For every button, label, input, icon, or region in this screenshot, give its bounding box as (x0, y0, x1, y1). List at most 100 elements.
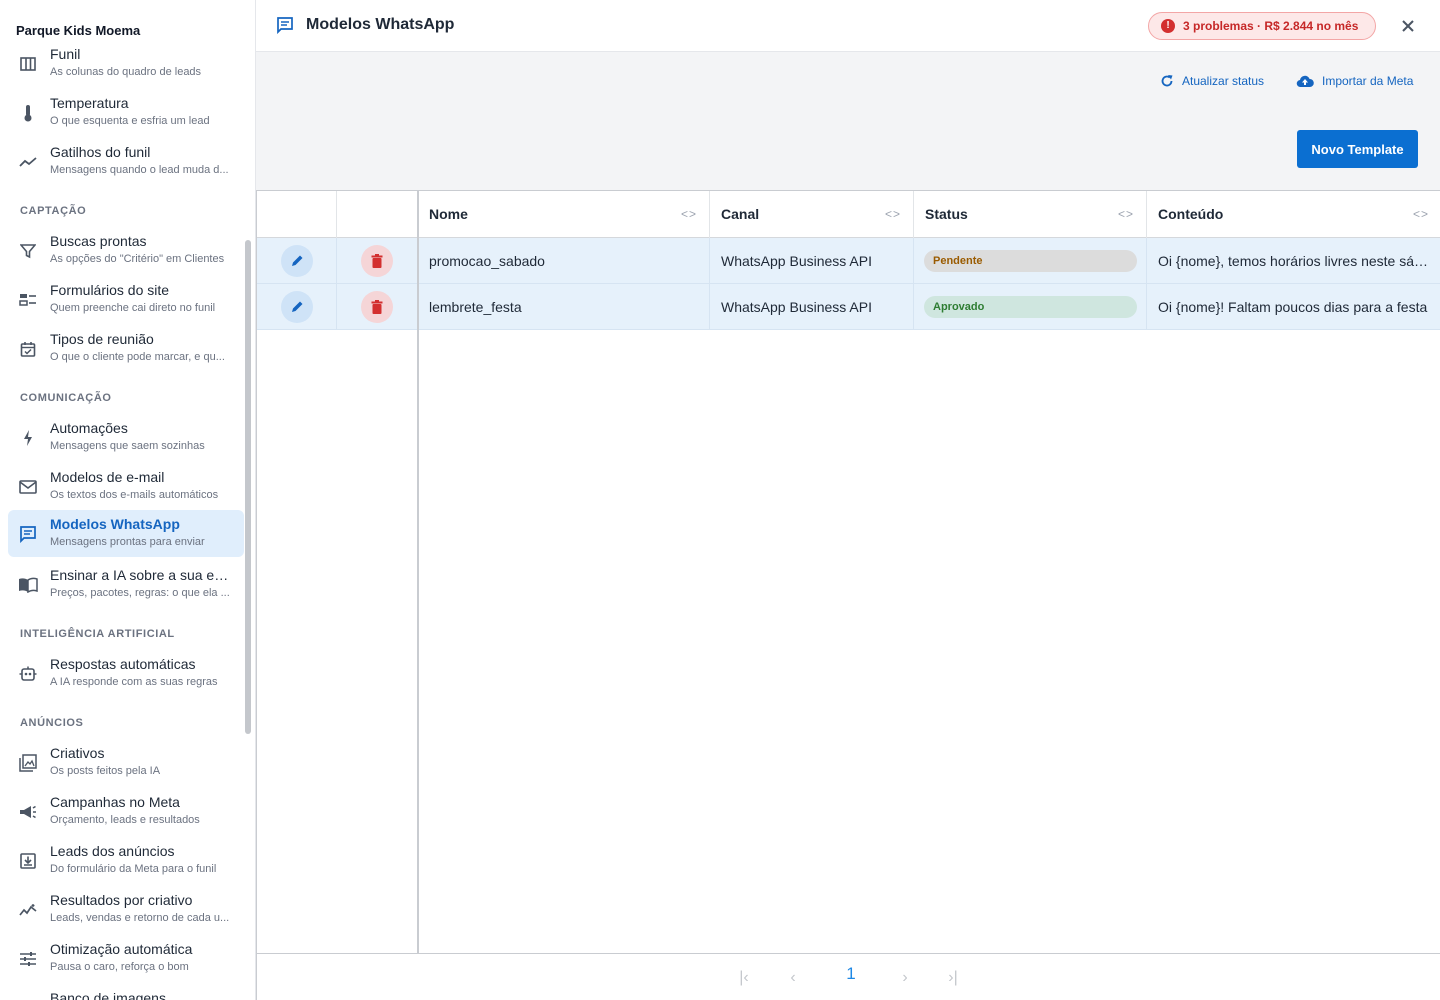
sidebar-item-description: Os posts feitos pela IA (50, 765, 161, 777)
edit-button[interactable] (281, 291, 313, 323)
sparkline-icon (18, 900, 38, 920)
sidebar-item-criativos[interactable]: Criativos Os posts feitos pela IA (8, 739, 244, 786)
refresh-status-label: Atualizar status (1182, 74, 1265, 88)
cell-conteudo: Oi {nome}! Faltam poucos dias para a fes… (1158, 299, 1428, 315)
sidebar-item-temperatura[interactable]: Temperatura O que esquenta e esfria um l… (8, 89, 244, 136)
column-header-conteudo[interactable]: Conteúdo <> (1147, 191, 1440, 238)
resize-handle-icon[interactable]: <> (681, 191, 697, 238)
edit-cell (257, 284, 337, 330)
prev-page-button[interactable]: ‹ (781, 966, 805, 990)
cell-canal: WhatsApp Business API (710, 284, 914, 330)
sidebar-item-label: Modelos de e-mail (50, 469, 165, 485)
resize-handle-icon[interactable]: <> (885, 191, 901, 238)
sidebar-item-label: Modelos WhatsApp (50, 516, 180, 532)
first-page-button[interactable]: |‹ (732, 966, 756, 990)
delete-cell (337, 284, 418, 330)
current-page[interactable]: 1 (843, 962, 859, 986)
table-row[interactable]: promocao_sabado WhatsApp Business API Pe… (257, 238, 1440, 284)
next-page-button[interactable]: › (893, 966, 917, 990)
main-panel: Modelos WhatsApp ! 3 problemas · R$ 2.84… (256, 0, 1440, 1000)
status-badge: Aprovado (924, 296, 1137, 318)
section-heading-ia: INTELIGÊNCIA ARTIFICIAL (20, 628, 175, 640)
new-template-button[interactable]: Novo Template (1297, 130, 1418, 168)
problems-badge-label: 3 problemas · R$ 2.844 no mês (1183, 19, 1359, 33)
resize-handle-icon[interactable]: <> (1413, 191, 1429, 238)
sidebar-nav[interactable]: Funil As colunas do quadro de leads Temp… (0, 0, 255, 1000)
close-icon (1402, 20, 1414, 32)
delete-column-header (337, 191, 418, 238)
section-heading-captacao: CAPTAÇÃO (20, 205, 87, 217)
bolt-icon (18, 428, 38, 448)
edit-button[interactable] (281, 245, 313, 277)
sidebar-item-description: O que esquenta e esfria um lead (50, 115, 210, 127)
column-header-status[interactable]: Status <> (914, 191, 1147, 238)
status-badge: Pendente (924, 250, 1137, 272)
pencil-icon (292, 301, 303, 312)
megaphone-icon (18, 802, 38, 822)
sidebar-item-formularios[interactable]: Formulários do site Quem preenche cai di… (8, 276, 244, 323)
sidebar-item-resultados-criativo[interactable]: Resultados por criativo Leads, vendas e … (8, 886, 244, 933)
sidebar-item-label: Funil (50, 46, 81, 62)
sidebar-item-label: Buscas prontas (50, 233, 147, 249)
sidebar-item-description: Quem preenche cai direto no funil (50, 302, 216, 314)
error-icon: ! (1161, 19, 1175, 33)
sidebar-item-modelos-whatsapp[interactable]: Modelos WhatsApp Mensagens prontas para … (8, 510, 244, 557)
sidebar-item-ensinar-ia[interactable]: Ensinar a IA sobre a sua em... Preços, p… (8, 561, 244, 608)
sidebar-item-description: Mensagens que saem sozinhas (50, 440, 205, 452)
pencil-icon (292, 255, 303, 266)
sidebar-item-funil[interactable]: Funil As colunas do quadro de leads (8, 40, 244, 87)
sidebar-item-banco-imagens[interactable]: Banco de imagens (8, 984, 244, 1000)
sidebar-item-campanhas-meta[interactable]: Campanhas no Meta Orçamento, leads e res… (8, 788, 244, 835)
sidebar-item-description: Leads, vendas e retorno de cada u... (50, 912, 230, 924)
table-row[interactable]: lembrete_festa WhatsApp Business API Apr… (257, 284, 1440, 330)
sidebar-item-gatilhos[interactable]: Gatilhos do funil Mensagens quando o lea… (8, 138, 244, 185)
organization-name: Parque Kids Moema (16, 22, 141, 38)
sidebar-item-buscas-prontas[interactable]: Buscas prontas As opções do "Critério" e… (8, 227, 244, 274)
sidebar-item-label: Campanhas no Meta (50, 794, 180, 810)
sidebar-item-modelos-email[interactable]: Modelos de e-mail Os textos dos e-mails … (8, 463, 244, 510)
table-header: Nome <> Canal <> Status <> Conteúdo <> (257, 191, 1440, 238)
cell-status: Aprovado (914, 284, 1147, 330)
mail-icon (18, 477, 38, 497)
resize-handle-icon[interactable]: <> (1118, 191, 1134, 238)
sidebar-item-leads-anuncios[interactable]: Leads dos anúncios Do formulário da Meta… (8, 837, 244, 884)
sidebar-item-description: Mensagens quando o lead muda d... (50, 164, 229, 176)
delete-cell (337, 238, 418, 284)
sidebar-item-description: Orçamento, leads e resultados (50, 814, 200, 826)
trash-icon (371, 300, 383, 314)
sidebar-item-label: Banco de imagens (50, 990, 166, 1000)
thermometer-icon (18, 103, 38, 123)
columns-icon (18, 54, 38, 74)
sidebar-item-automacoes[interactable]: Automações Mensagens que saem sozinhas (8, 414, 244, 461)
problems-badge[interactable]: ! 3 problemas · R$ 2.844 no mês (1148, 12, 1376, 40)
section-heading-comunicacao: COMUNICAÇÃO (20, 392, 112, 404)
column-header-canal[interactable]: Canal <> (710, 191, 914, 238)
sidebar-scrollbar[interactable] (245, 240, 251, 734)
cloud-upload-icon (1296, 75, 1314, 88)
cell-status: Pendente (914, 238, 1147, 284)
sidebar-item-tipos-reuniao[interactable]: Tipos de reunião O que o cliente pode ma… (8, 325, 244, 372)
delete-button[interactable] (361, 291, 393, 323)
close-button[interactable] (1398, 16, 1418, 36)
download-box-icon (18, 851, 38, 871)
sidebar: Funil As colunas do quadro de leads Temp… (0, 0, 256, 1000)
edit-cell (257, 238, 337, 284)
frozen-columns-divider (417, 191, 419, 953)
edit-column-header (257, 191, 337, 238)
import-from-meta-label: Importar da Meta (1322, 74, 1414, 88)
column-header-label: Canal (721, 206, 760, 222)
robot-icon (18, 664, 38, 684)
delete-button[interactable] (361, 245, 393, 277)
last-page-button[interactable]: ›| (941, 966, 965, 990)
sidebar-item-label: Tipos de reunião (50, 331, 154, 347)
sidebar-item-otimizacao[interactable]: Otimização automática Pausa o caro, refo… (8, 935, 244, 982)
sidebar-item-label: Resultados por criativo (50, 892, 193, 908)
sidebar-item-label: Otimização automática (50, 941, 193, 957)
refresh-status-button[interactable]: Atualizar status (1160, 72, 1264, 90)
sidebar-item-respostas-automaticas[interactable]: Respostas automáticas A IA responde com … (8, 650, 244, 697)
import-from-meta-button[interactable]: Importar da Meta (1296, 72, 1413, 90)
column-header-nome[interactable]: Nome <> (418, 191, 710, 238)
pagination: |‹ ‹ 1 › ›| (257, 953, 1440, 1000)
templates-table: Nome <> Canal <> Status <> Conteúdo <> p… (256, 190, 1440, 1000)
sidebar-item-description: As colunas do quadro de leads (50, 66, 202, 78)
